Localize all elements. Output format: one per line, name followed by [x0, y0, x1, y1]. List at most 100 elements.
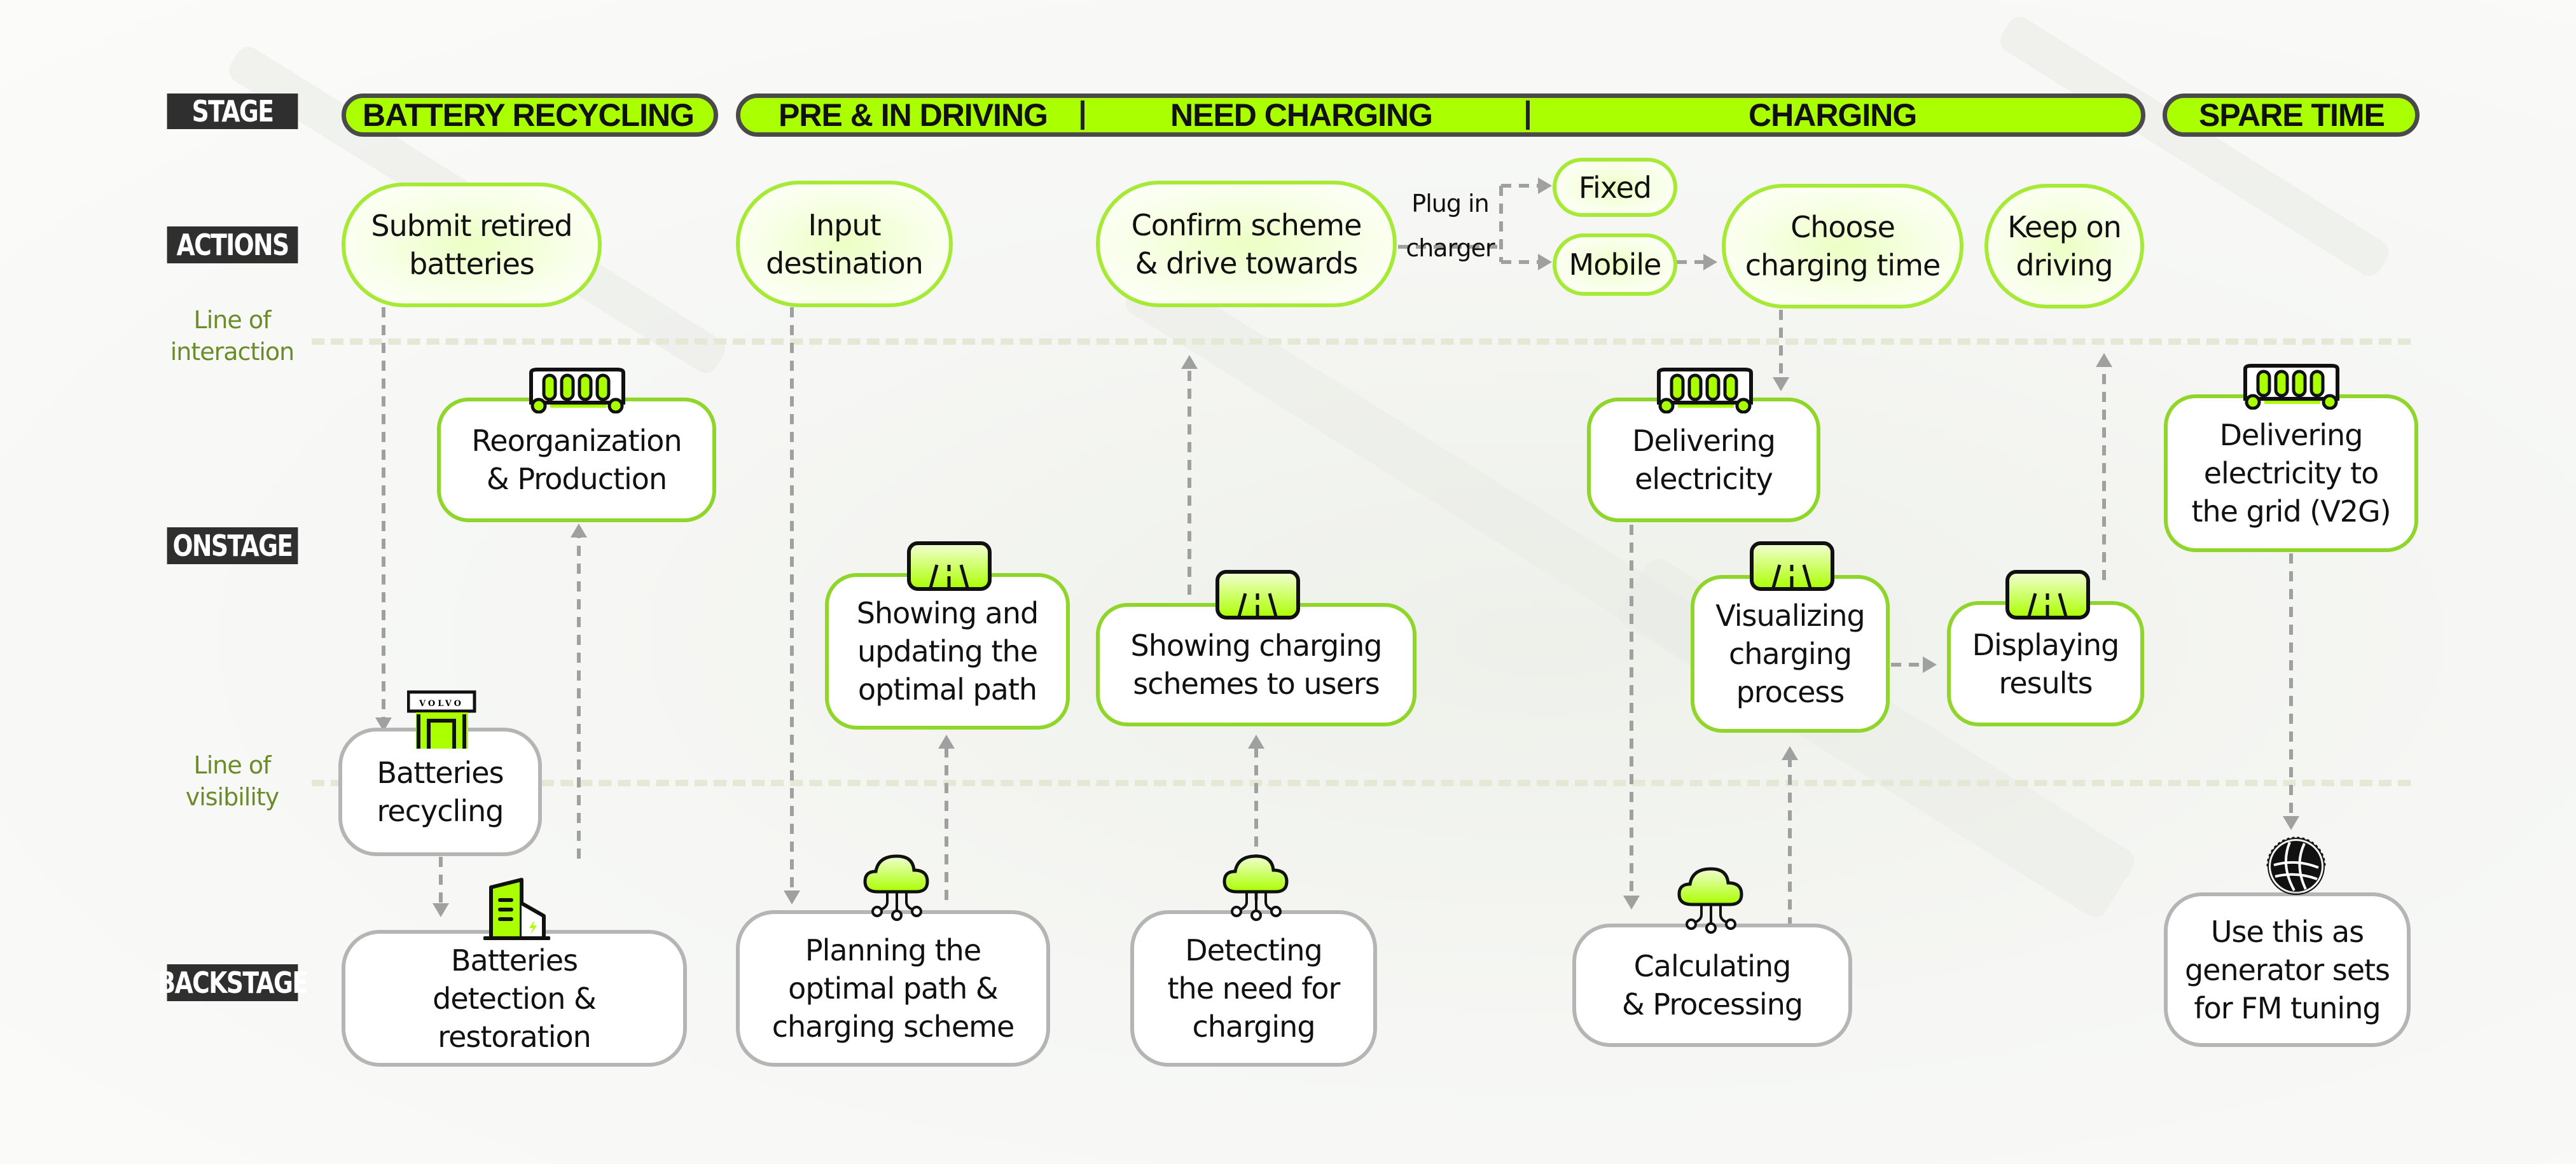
box-text: Batteries — [450, 943, 578, 978]
box-text: electricity to — [2203, 456, 2379, 490]
road-display-icon — [1750, 541, 1834, 591]
stage-label: NEED CHARGING — [1170, 97, 1433, 133]
bus-icon — [1657, 368, 1753, 413]
arrowhead — [1773, 377, 1789, 391]
road-display-icon — [2005, 570, 2090, 620]
road-display-icon — [1215, 570, 1300, 620]
box-text: Calculating — [1633, 949, 1792, 983]
box-text: recycling — [377, 794, 504, 828]
box-text: Submit retired — [371, 209, 572, 243]
arrowhead — [1923, 656, 1937, 673]
volvo-sign-text: VOLVO — [419, 699, 464, 709]
plug-in-text: Plug in — [1411, 190, 1489, 218]
onstage-showing-updating-path: Showing and updating the optimal path — [825, 573, 1070, 730]
bus-icon — [2243, 364, 2339, 410]
arrowhead — [1538, 254, 1552, 270]
box-text: Displaying — [1972, 627, 2120, 662]
box-text: process — [1736, 675, 1845, 709]
onstage-delivering-electricity: Delivering electricity — [1587, 398, 1820, 522]
arrowhead — [1181, 355, 1198, 369]
arrowhead — [784, 890, 800, 904]
arrowhead — [1623, 896, 1640, 910]
line-label-text: Line of — [193, 751, 272, 779]
road-display-icon — [907, 541, 992, 591]
line-label-text: visibility — [185, 783, 280, 811]
box-text: optimal path — [857, 672, 1037, 707]
box-text: the need for — [1167, 971, 1341, 1006]
state-grid-logo — [2266, 836, 2326, 895]
box-text: generator sets — [2184, 952, 2390, 987]
box-text: Planning the — [805, 933, 981, 967]
stage-label: SPARE TIME — [2199, 97, 2385, 133]
backstage-generator-sets: Use this as generator sets for FM tuning — [2164, 892, 2411, 1047]
arrowhead — [1248, 735, 1264, 749]
arrowhead — [433, 903, 449, 917]
box-text: Confirm scheme — [1131, 207, 1362, 242]
box-text: Batteries — [377, 756, 504, 790]
action-keep-on-driving: Keep on driving — [1984, 184, 2144, 308]
stage-label: PRE & IN DRIVING — [779, 97, 1048, 133]
backstage-planning-path: Planning the optimal path & charging schem… — [736, 910, 1050, 1067]
stage-separator — [1526, 100, 1530, 130]
box-text: restoration — [438, 1019, 592, 1054]
cloud-network-icon — [1677, 867, 1743, 934]
arrowhead — [2096, 353, 2112, 367]
box-text: Visualizing — [1715, 599, 1865, 633]
box-text: Mobile — [1568, 247, 1662, 282]
box-text: Input — [808, 207, 881, 242]
onstage-reorganization-production: Reorganization & Production — [437, 398, 716, 522]
action-input-destination: Input destination — [736, 181, 953, 307]
stage-spare-time: SPARE TIME — [2163, 94, 2420, 137]
box-text: Use this as — [2210, 914, 2364, 949]
arrowhead — [1703, 254, 1717, 270]
onstage-visualizing-charging: Visualizing charging process — [1691, 575, 1890, 733]
box-text: detection & — [433, 981, 597, 1016]
backstage-batteries-detection: Batteries detection & restoration — [342, 930, 687, 1067]
box-text: optimal path & — [788, 971, 999, 1006]
arrowhead — [571, 523, 587, 537]
onstage-showing-charging-schemes: Showing charging schemes to users — [1096, 603, 1416, 726]
box-text: charging — [1192, 1009, 1315, 1044]
row-label-backstage: BACKSTAGE — [157, 964, 308, 1001]
line-label-text: Line of — [193, 306, 272, 334]
stage-label: CHARGING — [1748, 97, 1917, 133]
box-text: results — [1998, 665, 2093, 700]
charger-text: charger — [1406, 234, 1495, 262]
box-text: Showing and — [856, 596, 1039, 630]
line-label-text: interaction — [170, 338, 295, 366]
box-text: charging — [1728, 637, 1852, 671]
arrowhead — [1538, 177, 1552, 194]
line-of-visibility-label: Line of visibility — [140, 749, 324, 813]
stage-battery-recycling: BATTERY RECYCLING — [342, 94, 718, 137]
row-label-stage: STAGE — [167, 94, 298, 129]
box-text: Detecting — [1185, 933, 1323, 967]
battery-factory-icon — [483, 878, 550, 940]
action-confirm-scheme: Confirm scheme & drive towards — [1096, 181, 1397, 307]
row-label-onstage: ONSTAGE — [167, 527, 298, 564]
stage-driving-charging-bar: PRE & IN DRIVING NEED CHARGING CHARGING — [736, 94, 2145, 137]
action-submit-retired-batteries: Submit retired batteries — [342, 183, 602, 307]
box-text: Delivering — [2219, 418, 2364, 452]
bus-icon — [529, 368, 625, 413]
box-text: & Processing — [1621, 987, 1803, 1022]
onstage-delivering-v2g: Delivering electricity to the grid (V2G) — [2164, 394, 2418, 552]
box-text: for FM tuning — [2194, 990, 2381, 1025]
box-text: destination — [766, 246, 924, 281]
box-text: the grid (V2G) — [2191, 494, 2391, 529]
arrowhead — [1782, 746, 1798, 760]
action-mobile: Mobile — [1553, 233, 1677, 296]
cloud-network-icon — [863, 854, 929, 921]
row-label-actions: ACTIONS — [167, 226, 298, 263]
line-of-interaction — [312, 338, 2411, 345]
box-text: Showing charging — [1130, 628, 1383, 663]
box-text: Choose — [1790, 210, 1895, 244]
line-of-visibility — [312, 780, 2411, 786]
box-text: Fixed — [1578, 170, 1652, 205]
volvo-store-icon: VOLVO — [407, 690, 476, 749]
plug-in-charger-label: Plug in charger — [1399, 181, 1501, 270]
box-text: electricity — [1635, 462, 1773, 496]
action-fixed: Fixed — [1553, 158, 1677, 217]
box-text: Reorganization — [471, 424, 682, 458]
box-text: & Production — [486, 462, 667, 496]
box-text: Keep on — [2007, 210, 2122, 244]
